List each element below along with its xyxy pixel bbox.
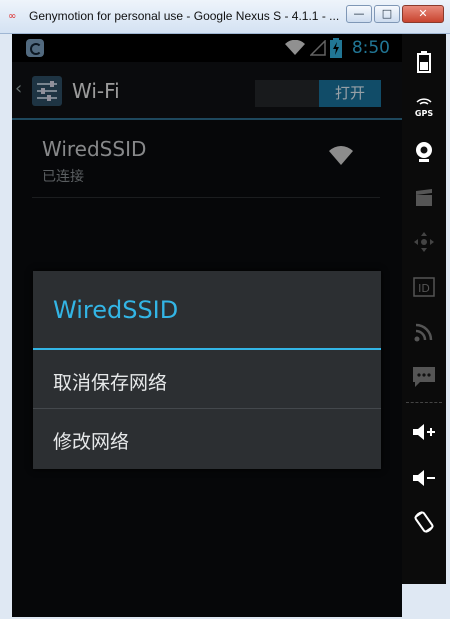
volume-up-icon xyxy=(413,424,435,440)
dpad-button[interactable] xyxy=(402,222,446,262)
webcam-button[interactable] xyxy=(402,132,446,172)
dialog-title-divider xyxy=(33,348,381,350)
sidebar-divider xyxy=(406,402,442,403)
svg-text:ID: ID xyxy=(418,282,430,295)
dpad-icon xyxy=(414,232,434,252)
volume-down-icon xyxy=(413,470,435,486)
device-id-button[interactable]: ID xyxy=(402,267,446,307)
svg-text:GPS: GPS xyxy=(415,109,433,118)
genymotion-sidebar: GPS ID xyxy=(402,34,446,584)
modify-network-option[interactable]: 修改网络 xyxy=(33,410,381,468)
window-right-border xyxy=(446,34,450,619)
rotate-button[interactable] xyxy=(402,502,446,542)
window-left-border xyxy=(0,34,12,619)
battery-button[interactable] xyxy=(402,42,446,82)
minimize-icon: — xyxy=(353,7,365,20)
maximize-icon: □ xyxy=(381,7,393,20)
modify-network-label: 修改网络 xyxy=(53,431,130,453)
gps-icon: GPS xyxy=(415,98,433,118)
video-capture-button[interactable] xyxy=(402,178,446,218)
forget-network-label: 取消保存网络 xyxy=(53,372,168,394)
android-screen[interactable]: 8:50 ‹ Wi-Fi 打开 WiredSSID 已连接 WiredSSID xyxy=(12,34,402,617)
dialog-item-divider xyxy=(33,408,381,409)
battery-icon xyxy=(417,51,431,73)
window-title: Genymotion for personal use - Google Nex… xyxy=(29,9,340,23)
maximize-button[interactable]: □ xyxy=(374,5,400,23)
gps-button[interactable]: GPS xyxy=(402,86,446,126)
minimize-button[interactable]: — xyxy=(346,5,372,23)
sms-icon xyxy=(413,367,435,387)
webcam-icon xyxy=(416,142,432,162)
window-titlebar[interactable]: ∞ Genymotion for personal use - Google N… xyxy=(0,0,450,34)
dialog-title: WiredSSID xyxy=(53,296,179,324)
forget-network-option[interactable]: 取消保存网络 xyxy=(33,351,381,409)
volume-down-button[interactable] xyxy=(402,458,446,498)
rss-button[interactable] xyxy=(402,312,446,352)
rotate-icon xyxy=(414,511,434,533)
sms-button[interactable] xyxy=(402,357,446,397)
volume-up-button[interactable] xyxy=(402,412,446,452)
network-options-dialog: WiredSSID 取消保存网络 修改网络 xyxy=(33,271,381,469)
genymotion-logo-icon: ∞ xyxy=(8,11,17,22)
video-capture-icon xyxy=(416,189,432,206)
close-button[interactable]: ✕ xyxy=(402,5,444,23)
rss-icon xyxy=(414,323,433,342)
id-icon: ID xyxy=(413,277,435,297)
close-icon: ✕ xyxy=(418,7,428,20)
